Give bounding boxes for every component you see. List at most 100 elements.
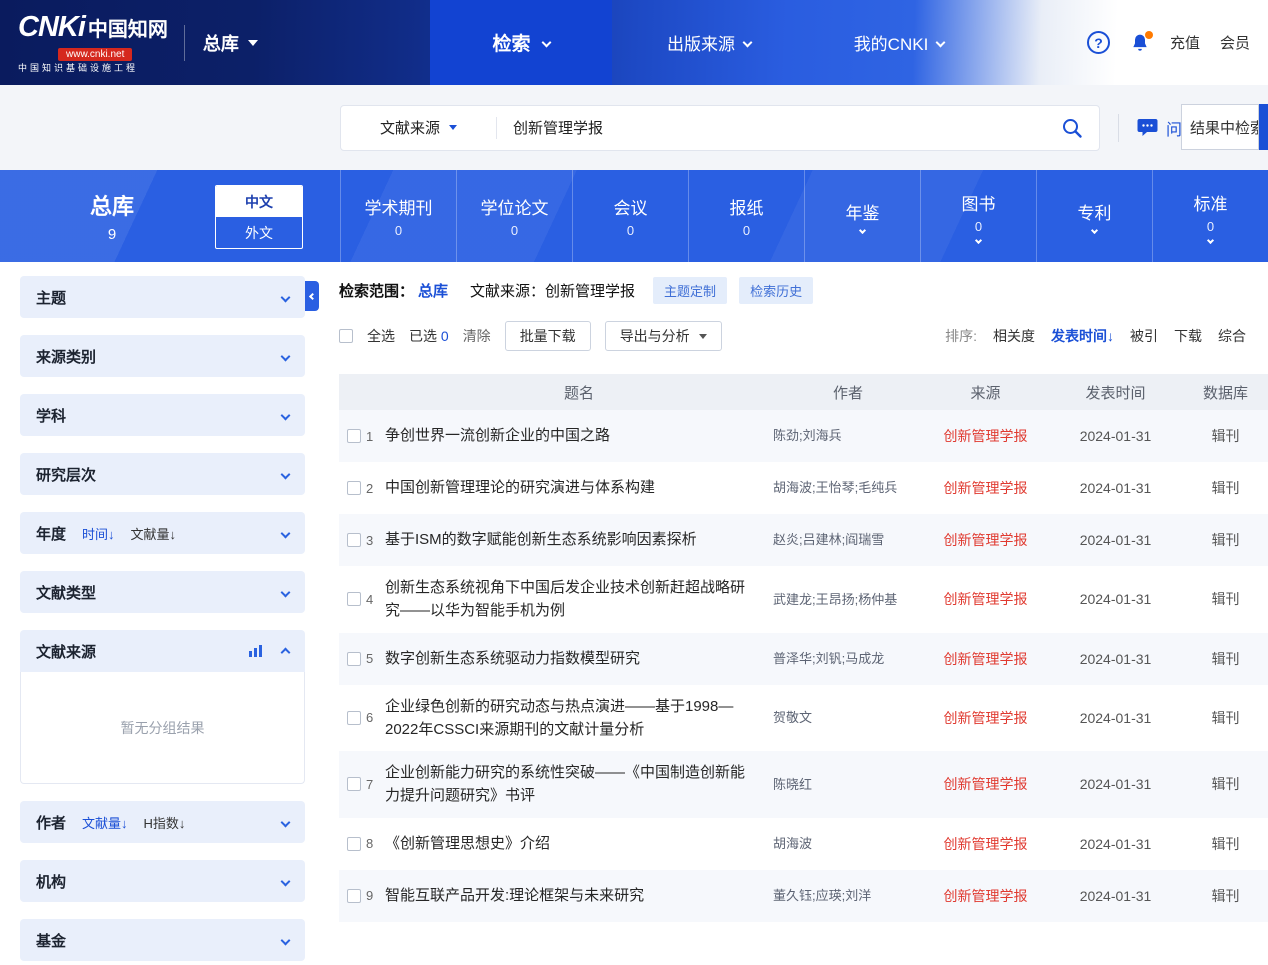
- filter-group-label: 来源类别: [36, 346, 96, 367]
- row-checkbox[interactable]: [347, 711, 361, 725]
- clear-selection-button[interactable]: 清除: [463, 326, 491, 346]
- result-title-link[interactable]: 企业创新能力研究的系统性突破——《中国制造创新能力提升问题研究》书评: [385, 761, 773, 808]
- db-tab-patents[interactable]: 专利: [1036, 170, 1152, 262]
- filter-group-source-category[interactable]: 来源类别: [20, 335, 305, 377]
- scope-range-value[interactable]: 总库: [418, 280, 448, 301]
- db-tab-journals[interactable]: 学术期刊 0: [340, 170, 456, 262]
- year-sort-time[interactable]: 时间↓: [82, 524, 115, 543]
- select-all-label[interactable]: 全选: [367, 326, 395, 346]
- recharge-link[interactable]: 充值: [1170, 32, 1200, 53]
- result-authors[interactable]: 陈劲;刘海兵: [773, 426, 923, 446]
- filter-group-doc-type[interactable]: 文献类型: [20, 571, 305, 613]
- result-title-link[interactable]: 智能互联产品开发:理论框架与未来研究: [385, 884, 773, 907]
- result-authors[interactable]: 董久钰;应瑛;刘洋: [773, 886, 923, 906]
- table-row: 5 数字创新生态系统驱动力指数模型研究 普泽华;刘钒;马成龙 创新管理学报 20…: [339, 633, 1268, 685]
- year-sort-count[interactable]: 文献量↓: [131, 524, 177, 543]
- db-tab-standards[interactable]: 标准 0: [1152, 170, 1268, 262]
- result-source-link[interactable]: 创新管理学报: [923, 589, 1048, 609]
- nav-tab-search[interactable]: 检索: [430, 0, 612, 85]
- search-input[interactable]: [497, 106, 1045, 150]
- help-icon[interactable]: ?: [1087, 31, 1110, 54]
- result-title-link[interactable]: 企业绿色创新的研究动态与热点演进——基于1998—2022年CSSCI来源期刊的…: [385, 695, 773, 742]
- nav-tab-publication-source[interactable]: 出版来源: [648, 0, 770, 85]
- notification-bell-icon[interactable]: [1130, 33, 1150, 53]
- search-within-results-button-edge[interactable]: [1259, 104, 1268, 150]
- scope-source-text: 文献来源：创新管理学报: [470, 280, 635, 301]
- filter-group-author[interactable]: 作者 文献量↓ H指数↓: [20, 801, 305, 843]
- db-tab-yearbooks[interactable]: 年鉴: [804, 170, 920, 262]
- result-authors[interactable]: 赵炎;吕建林;阎瑞雪: [773, 530, 923, 550]
- result-source-link[interactable]: 创新管理学报: [923, 478, 1048, 498]
- sort-relevance[interactable]: 相关度: [993, 326, 1035, 346]
- tab-count: 0: [627, 223, 634, 238]
- select-all-checkbox[interactable]: [339, 329, 353, 343]
- sort-cited[interactable]: 被引: [1130, 326, 1158, 346]
- export-analyze-button[interactable]: 导出与分析: [605, 321, 722, 351]
- language-foreign-option[interactable]: 外文: [216, 217, 302, 248]
- author-sort-h-index[interactable]: H指数↓: [144, 813, 186, 832]
- chevron-down-icon: [936, 38, 946, 48]
- row-checkbox[interactable]: [347, 429, 361, 443]
- search-history-button[interactable]: 检索历史: [739, 277, 813, 304]
- filter-group-research-level[interactable]: 研究层次: [20, 453, 305, 495]
- chevron-down-icon: [281, 817, 291, 827]
- filter-group-fund[interactable]: 基金: [20, 919, 305, 961]
- result-source-link[interactable]: 创新管理学报: [923, 886, 1048, 906]
- row-checkbox[interactable]: [347, 889, 361, 903]
- results-table: 1 争创世界一流创新企业的中国之路 陈劲;刘海兵 创新管理学报 2024-01-…: [339, 410, 1268, 922]
- result-source-link[interactable]: 创新管理学报: [923, 426, 1048, 446]
- row-checkbox[interactable]: [347, 592, 361, 606]
- db-tab-books[interactable]: 图书 0: [920, 170, 1036, 262]
- result-authors[interactable]: 胡海波;王怡琴;毛纯兵: [773, 478, 923, 498]
- results-content: 检索范围： 总库 文献来源：创新管理学报 主题定制 检索历史 全选 已选 0 清…: [339, 262, 1268, 965]
- result-authors[interactable]: 胡海波: [773, 834, 923, 854]
- sort-publish-time[interactable]: 发表时间↓: [1051, 326, 1114, 346]
- search-button[interactable]: [1045, 106, 1099, 150]
- language-chinese-option[interactable]: 中文: [216, 186, 302, 217]
- logo-url: www.cnki.net: [58, 48, 132, 61]
- filter-group-discipline[interactable]: 学科: [20, 394, 305, 436]
- row-checkbox[interactable]: [347, 481, 361, 495]
- filter-group-institution[interactable]: 机构: [20, 860, 305, 902]
- db-tab-theses[interactable]: 学位论文 0: [456, 170, 572, 262]
- sort-download[interactable]: 下载: [1174, 326, 1202, 346]
- db-tab-conferences[interactable]: 会议 0: [572, 170, 688, 262]
- nav-tab-my-cnki[interactable]: 我的CNKI: [834, 0, 964, 85]
- db-tab-newspapers[interactable]: 报纸 0: [688, 170, 804, 262]
- search-scope-select[interactable]: 文献来源: [341, 117, 496, 138]
- filter-group-literature-source[interactable]: 文献来源: [20, 630, 305, 672]
- author-sort-count[interactable]: 文献量↓: [82, 813, 128, 832]
- result-authors[interactable]: 陈晓红: [773, 775, 923, 795]
- filter-group-year[interactable]: 年度 时间↓ 文献量↓: [20, 512, 305, 554]
- search-within-results-button[interactable]: 结果中检索: [1181, 104, 1259, 150]
- sort-composite[interactable]: 综合: [1218, 326, 1246, 346]
- result-authors[interactable]: 武建龙;王昂扬;杨仲基: [773, 590, 923, 610]
- row-checkbox[interactable]: [347, 777, 361, 791]
- result-title-link[interactable]: 创新生态系统视角下中国后发企业技术创新赶超战略研究——以华为智能手机为例: [385, 576, 773, 623]
- result-title-link[interactable]: 《创新管理思想史》介绍: [385, 832, 773, 855]
- result-authors[interactable]: 普泽华;刘钒;马成龙: [773, 649, 923, 669]
- result-title-link[interactable]: 数字创新生态系统驱动力指数模型研究: [385, 647, 773, 670]
- result-title-link[interactable]: 中国创新管理理论的研究演进与体系构建: [385, 476, 773, 499]
- result-source-link[interactable]: 创新管理学报: [923, 530, 1048, 550]
- result-authors[interactable]: 贺敬文: [773, 708, 923, 728]
- result-source-link[interactable]: 创新管理学报: [923, 834, 1048, 854]
- sidebar-collapse-button[interactable]: [305, 281, 319, 311]
- result-source-link[interactable]: 创新管理学报: [923, 708, 1048, 728]
- filter-group-label: 机构: [36, 871, 66, 892]
- row-checkbox[interactable]: [347, 533, 361, 547]
- member-link[interactable]: 会员: [1220, 32, 1250, 53]
- result-source-link[interactable]: 创新管理学报: [923, 774, 1048, 794]
- library-dropdown[interactable]: 总库: [184, 25, 258, 61]
- db-tab-total-library[interactable]: 总库 9: [90, 189, 134, 243]
- filter-group-topic[interactable]: 主题: [20, 276, 305, 318]
- topic-customize-button[interactable]: 主题定制: [653, 277, 727, 304]
- batch-download-button[interactable]: 批量下载: [505, 321, 591, 351]
- row-checkbox[interactable]: [347, 652, 361, 666]
- row-checkbox[interactable]: [347, 837, 361, 851]
- result-title-link[interactable]: 争创世界一流创新企业的中国之路: [385, 424, 773, 447]
- result-date: 2024-01-31: [1048, 532, 1183, 548]
- result-title-link[interactable]: 基于ISM的数字赋能创新生态系统影响因素探析: [385, 528, 773, 551]
- result-source-link[interactable]: 创新管理学报: [923, 649, 1048, 669]
- tab-label: 图书: [962, 190, 996, 215]
